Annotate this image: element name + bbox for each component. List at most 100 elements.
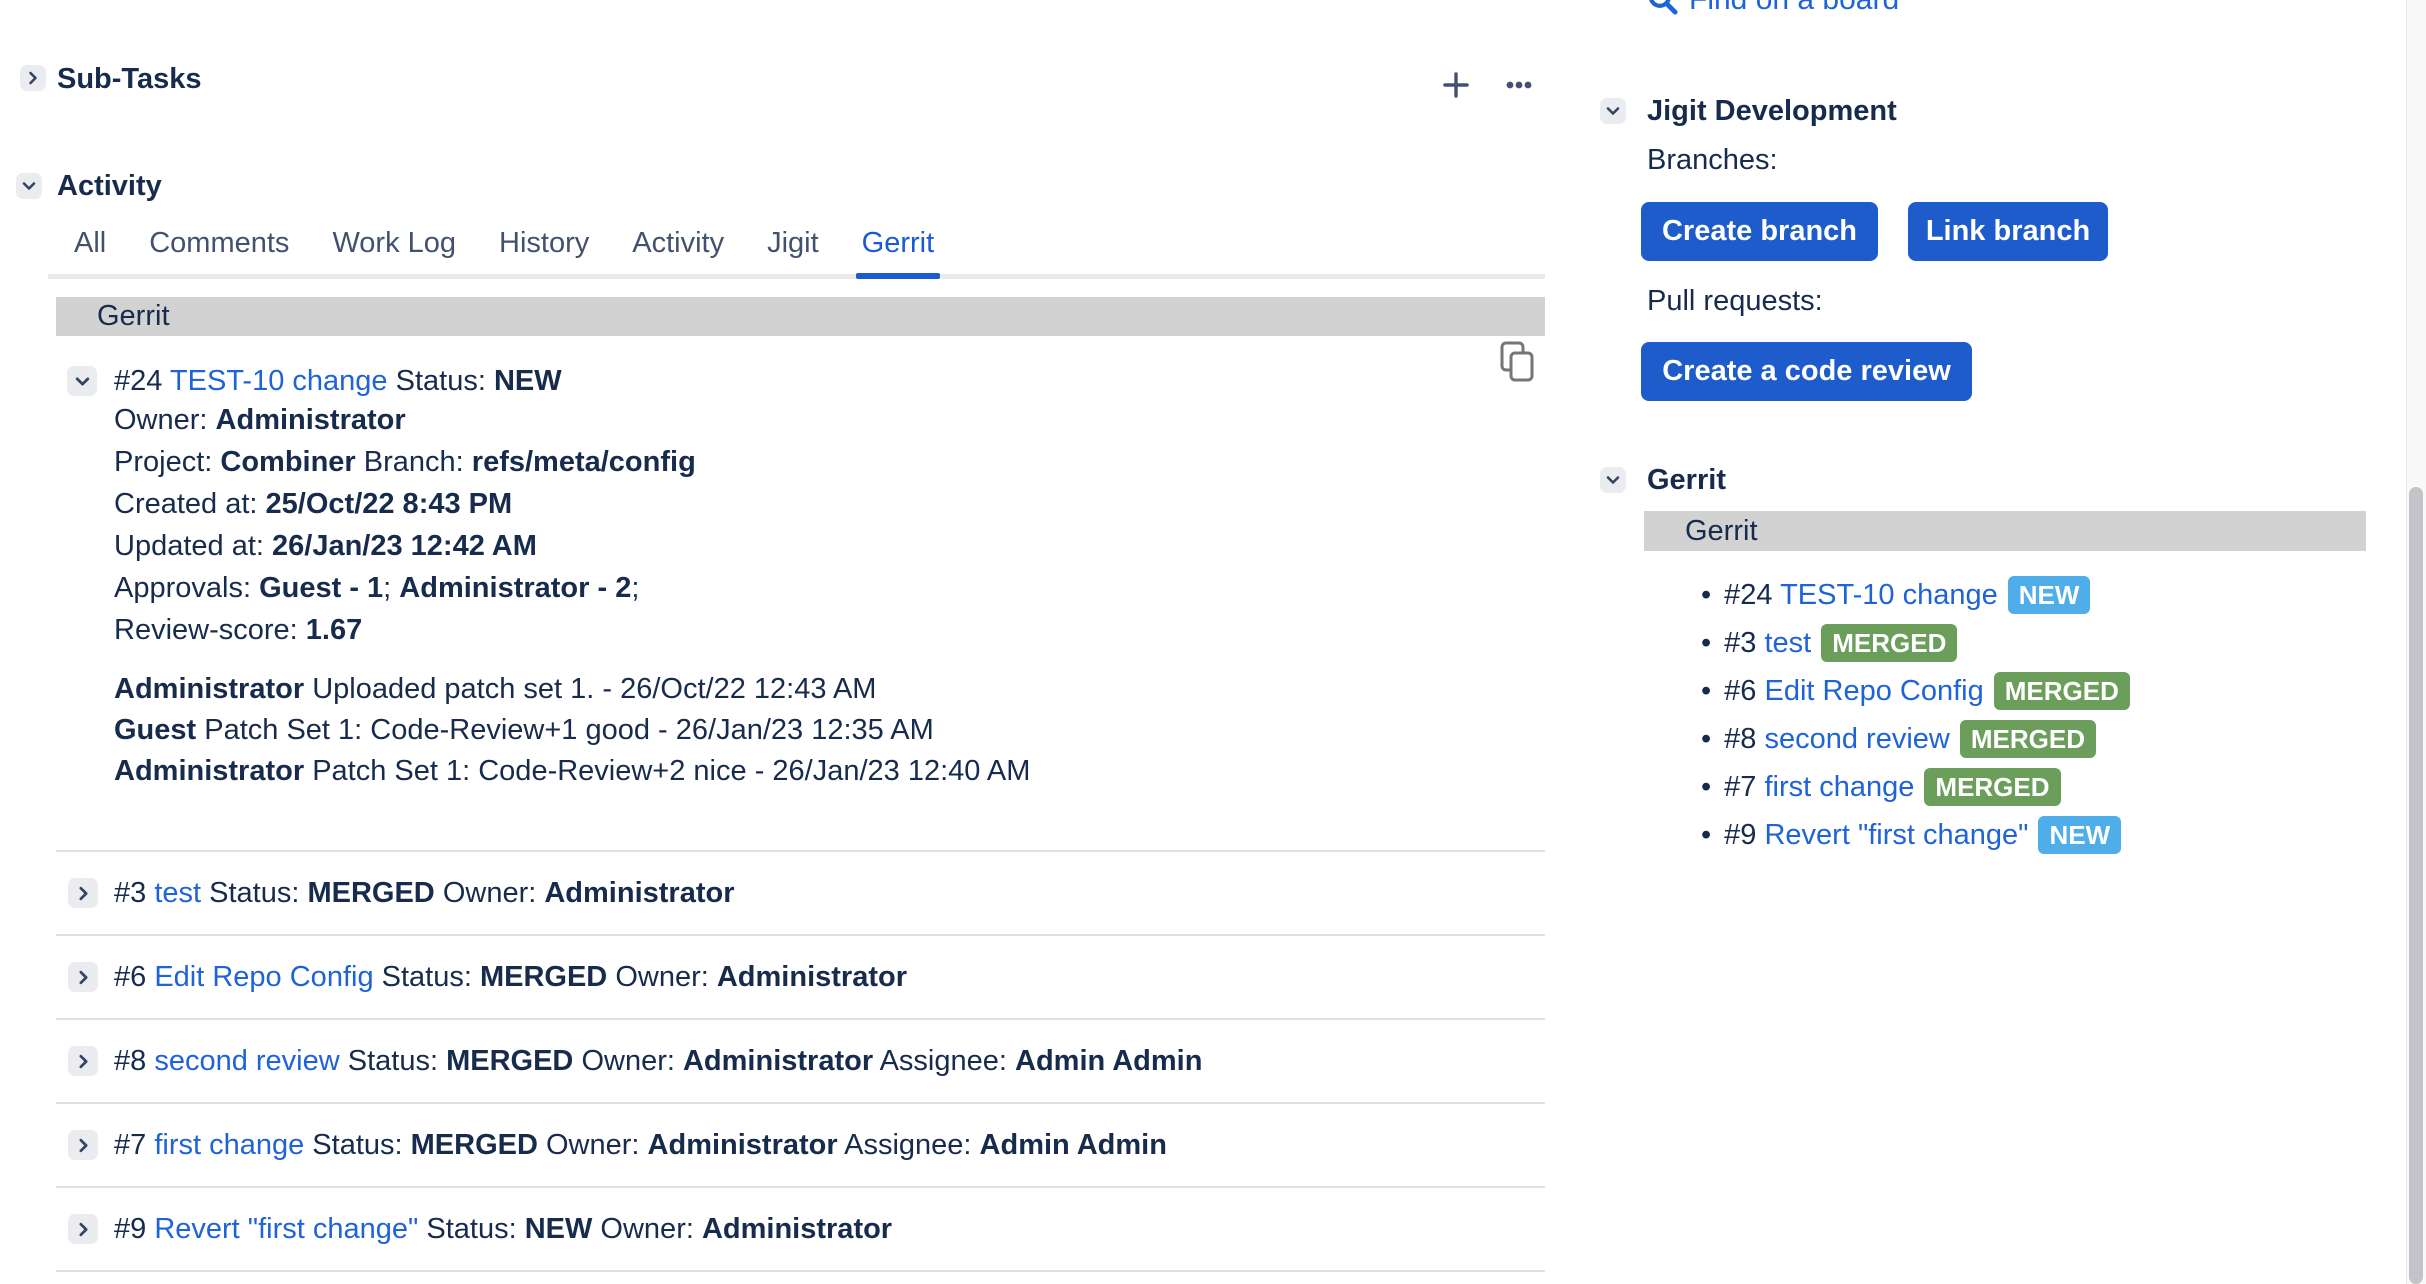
gerrit-change-link[interactable]: first change (154, 1129, 304, 1161)
add-subtask-button[interactable] (1436, 65, 1476, 105)
sidebar-gerrit-panel-header: Gerrit (1644, 511, 2366, 551)
sidebar-gerrit-item: •#6 Edit Repo ConfigMERGED (1641, 667, 2130, 715)
link-branch-button[interactable]: Link branch (1908, 202, 2108, 261)
change-detail-line: Review-score: 1.67 (114, 609, 696, 651)
gerrit-change-link[interactable]: TEST-10 change (1780, 579, 1998, 611)
sidebar-item-text: #3 test (1724, 627, 1811, 660)
scrollbar-thumb[interactable] (2409, 487, 2423, 1284)
change-24-collapse-toggle[interactable] (67, 366, 97, 396)
activity-tabs: All Comments Work Log History Activity Jigit G… (48, 227, 1545, 279)
gerrit-change-link[interactable]: second review (1764, 723, 1949, 755)
status-badge: MERGED (1924, 768, 2060, 806)
value-text: Administrator (648, 1129, 838, 1161)
gerrit-section-toggle[interactable] (1600, 467, 1626, 493)
bullet-icon: • (1701, 579, 1711, 612)
value-text: MERGED (480, 961, 607, 993)
label-text: Owner: (435, 877, 545, 909)
label-text: #24 (1724, 579, 1780, 611)
find-on-board-label: Find on a board (1689, 0, 1899, 18)
expand-change-toggle[interactable] (68, 1214, 98, 1244)
status-badge: NEW (2038, 816, 2121, 854)
label-text: #7 (114, 1129, 154, 1161)
gerrit-change-link[interactable]: second review (154, 1045, 339, 1077)
gerrit-row: #9 Revert "first change" Status: NEW Own… (56, 1188, 1545, 1272)
label-text: #9 (114, 1213, 154, 1245)
label-text: Patch Set 1: Code-Review+1 good - 26/Jan… (196, 714, 934, 746)
subtasks-more-button[interactable] (1499, 65, 1539, 105)
change-comment-line: Administrator Uploaded patch set 1. - 26… (114, 669, 1030, 710)
label-text: Assignee: (873, 1045, 1015, 1077)
value-text: Administrator - 2 (399, 572, 631, 604)
label-text: Created at: (114, 488, 266, 520)
gerrit-row: #8 second review Status: MERGED Owner: A… (56, 1020, 1545, 1104)
value-text: Administrator (114, 673, 304, 705)
expand-change-toggle[interactable] (68, 878, 98, 908)
create-branch-button[interactable]: Create branch (1641, 202, 1878, 261)
gerrit-change-link[interactable]: Edit Repo Config (1764, 675, 1983, 707)
gerrit-change-link[interactable]: Revert "first change" (1764, 819, 2028, 851)
gerrit-change-link[interactable]: first change (1764, 771, 1914, 803)
copy-button[interactable] (1498, 340, 1538, 384)
label-text: #3 (114, 877, 154, 909)
label-text: #9 (1724, 819, 1764, 851)
change-detail-line: Project: Combiner Branch: refs/meta/conf… (114, 441, 696, 483)
gerrit-change-link[interactable]: TEST-10 change (170, 365, 388, 397)
label-text: #3 (1724, 627, 1764, 659)
label-text: Uploaded patch set 1. - 26/Oct/22 12:43 … (304, 673, 876, 705)
chevron-down-icon (1605, 103, 1621, 119)
chevron-right-icon (75, 1137, 92, 1154)
create-code-review-button[interactable]: Create a code review (1641, 342, 1972, 401)
tab-all[interactable]: All (74, 227, 106, 274)
gerrit-row-summary: #9 Revert "first change" Status: NEW Own… (114, 1213, 892, 1246)
label-text: Status: (418, 1213, 524, 1245)
gerrit-change-link[interactable]: test (1764, 627, 1811, 659)
bullet-icon: • (1701, 723, 1711, 756)
label-text: #8 (114, 1045, 154, 1077)
label-text: Owner: (607, 961, 717, 993)
gerrit-row-summary: #3 test Status: MERGED Owner: Administra… (114, 877, 735, 910)
tab-work-log[interactable]: Work Log (332, 227, 456, 274)
tab-activity[interactable]: Activity (632, 227, 724, 274)
label-text: Approvals: (114, 572, 259, 604)
value-text: Admin Admin (1015, 1045, 1202, 1077)
value-text: Administrator (114, 755, 304, 787)
copy-icon (1498, 340, 1536, 384)
sidebar-item-text: #24 TEST-10 change (1724, 579, 1998, 612)
tab-jigit[interactable]: Jigit (767, 227, 819, 274)
label-text: Status: (201, 877, 307, 909)
value-text: NEW (525, 1213, 593, 1245)
tab-history[interactable]: History (499, 227, 589, 274)
value-text: MERGED (307, 877, 434, 909)
sidebar-gerrit-change-list: • #24 TEST-10 change NEW • #3 test MERGED •#6 … (1641, 571, 2130, 859)
value-text: 25/Oct/22 8:43 PM (266, 488, 513, 520)
find-on-board-link[interactable]: Find on a board (1645, 0, 1899, 18)
label-text: Project: (114, 446, 220, 478)
chevron-down-icon (74, 373, 91, 390)
tab-gerrit[interactable]: Gerrit (862, 227, 935, 274)
gerrit-change-link[interactable]: Edit Repo Config (154, 961, 373, 993)
gerrit-row: #3 test Status: MERGED Owner: Administra… (56, 852, 1545, 936)
activity-collapse-toggle[interactable] (16, 173, 42, 199)
value-text: Administrator (544, 877, 734, 909)
gerrit-row: #7 first change Status: MERGED Owner: Ad… (56, 1104, 1545, 1188)
sidebar-item-text: #9 Revert "first change" (1724, 819, 2028, 852)
sidebar-gerrit-item: •#8 second reviewMERGED (1641, 715, 2130, 763)
label-text: Assignee: (838, 1129, 980, 1161)
subtasks-expand-toggle[interactable] (20, 65, 46, 91)
value-text: MERGED (411, 1129, 538, 1161)
gerrit-change-link[interactable]: test (154, 877, 201, 909)
gerrit-row: #6 Edit Repo Config Status: MERGED Owner… (56, 936, 1545, 1020)
change-24-comments: Administrator Uploaded patch set 1. - 26… (114, 669, 1030, 792)
label-text: Owner: (592, 1213, 702, 1245)
expand-change-toggle[interactable] (68, 1046, 98, 1076)
jigit-section-title: Jigit Development (1647, 94, 1897, 128)
expand-change-toggle[interactable] (68, 1130, 98, 1160)
gerrit-change-link[interactable]: Revert "first change" (154, 1213, 418, 1245)
tab-comments[interactable]: Comments (149, 227, 289, 274)
jigit-section-toggle[interactable] (1600, 98, 1626, 124)
expand-change-toggle[interactable] (68, 962, 98, 992)
label-text: Status: (304, 1129, 410, 1161)
label-text: Patch Set 1: Code-Review+2 nice - 26/Jan… (304, 755, 1030, 787)
value-text: 1.67 (306, 614, 362, 646)
label-text: #6 (1724, 675, 1764, 707)
